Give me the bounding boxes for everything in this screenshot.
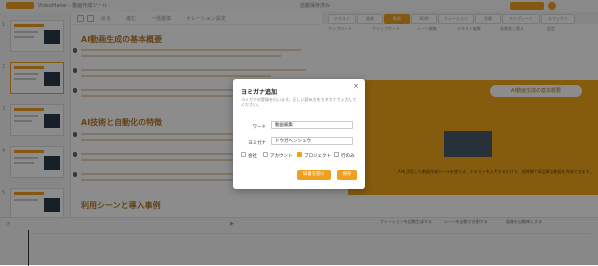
checkbox-label: プロジェクト: [304, 154, 331, 159]
close-icon[interactable]: ×: [353, 82, 359, 90]
category-checkbox-account[interactable]: アカウント: [263, 152, 293, 159]
dialog-title: ヨミガナ追加: [241, 89, 278, 96]
dialog-description: ヨミガナの登録を行います。正しい読み方をカタカナで入力してください。: [241, 97, 357, 107]
checkbox-label: 会社: [248, 154, 257, 159]
category-checkbox-project[interactable]: プロジェクト: [297, 152, 331, 159]
category-checkbox-company[interactable]: 会社: [241, 152, 257, 159]
open-dictionary-button[interactable]: 辞書を開く: [297, 170, 331, 180]
word-label: ワード: [252, 125, 267, 130]
yomigana-label: ヨミガナ: [248, 141, 266, 146]
checkbox-checked-icon[interactable]: [297, 152, 302, 157]
yomigana-input[interactable]: ドウガヘンシュウ: [271, 137, 353, 145]
checkbox-icon[interactable]: [241, 152, 246, 157]
checkbox-label: アカウント: [270, 154, 293, 159]
category-checkbox-line-only[interactable]: 行のみ: [334, 152, 355, 159]
checkbox-icon[interactable]: [334, 152, 339, 157]
save-button[interactable]: 保存: [337, 170, 357, 180]
checkbox-label: 行のみ: [341, 154, 355, 159]
checkbox-icon[interactable]: [263, 152, 268, 157]
word-input[interactable]: 動画編集: [271, 121, 353, 129]
add-yomigana-dialog: ヨミガナ追加 × ヨミガナの登録を行います。正しい読み方をカタカナで入力してくだ…: [233, 79, 365, 189]
